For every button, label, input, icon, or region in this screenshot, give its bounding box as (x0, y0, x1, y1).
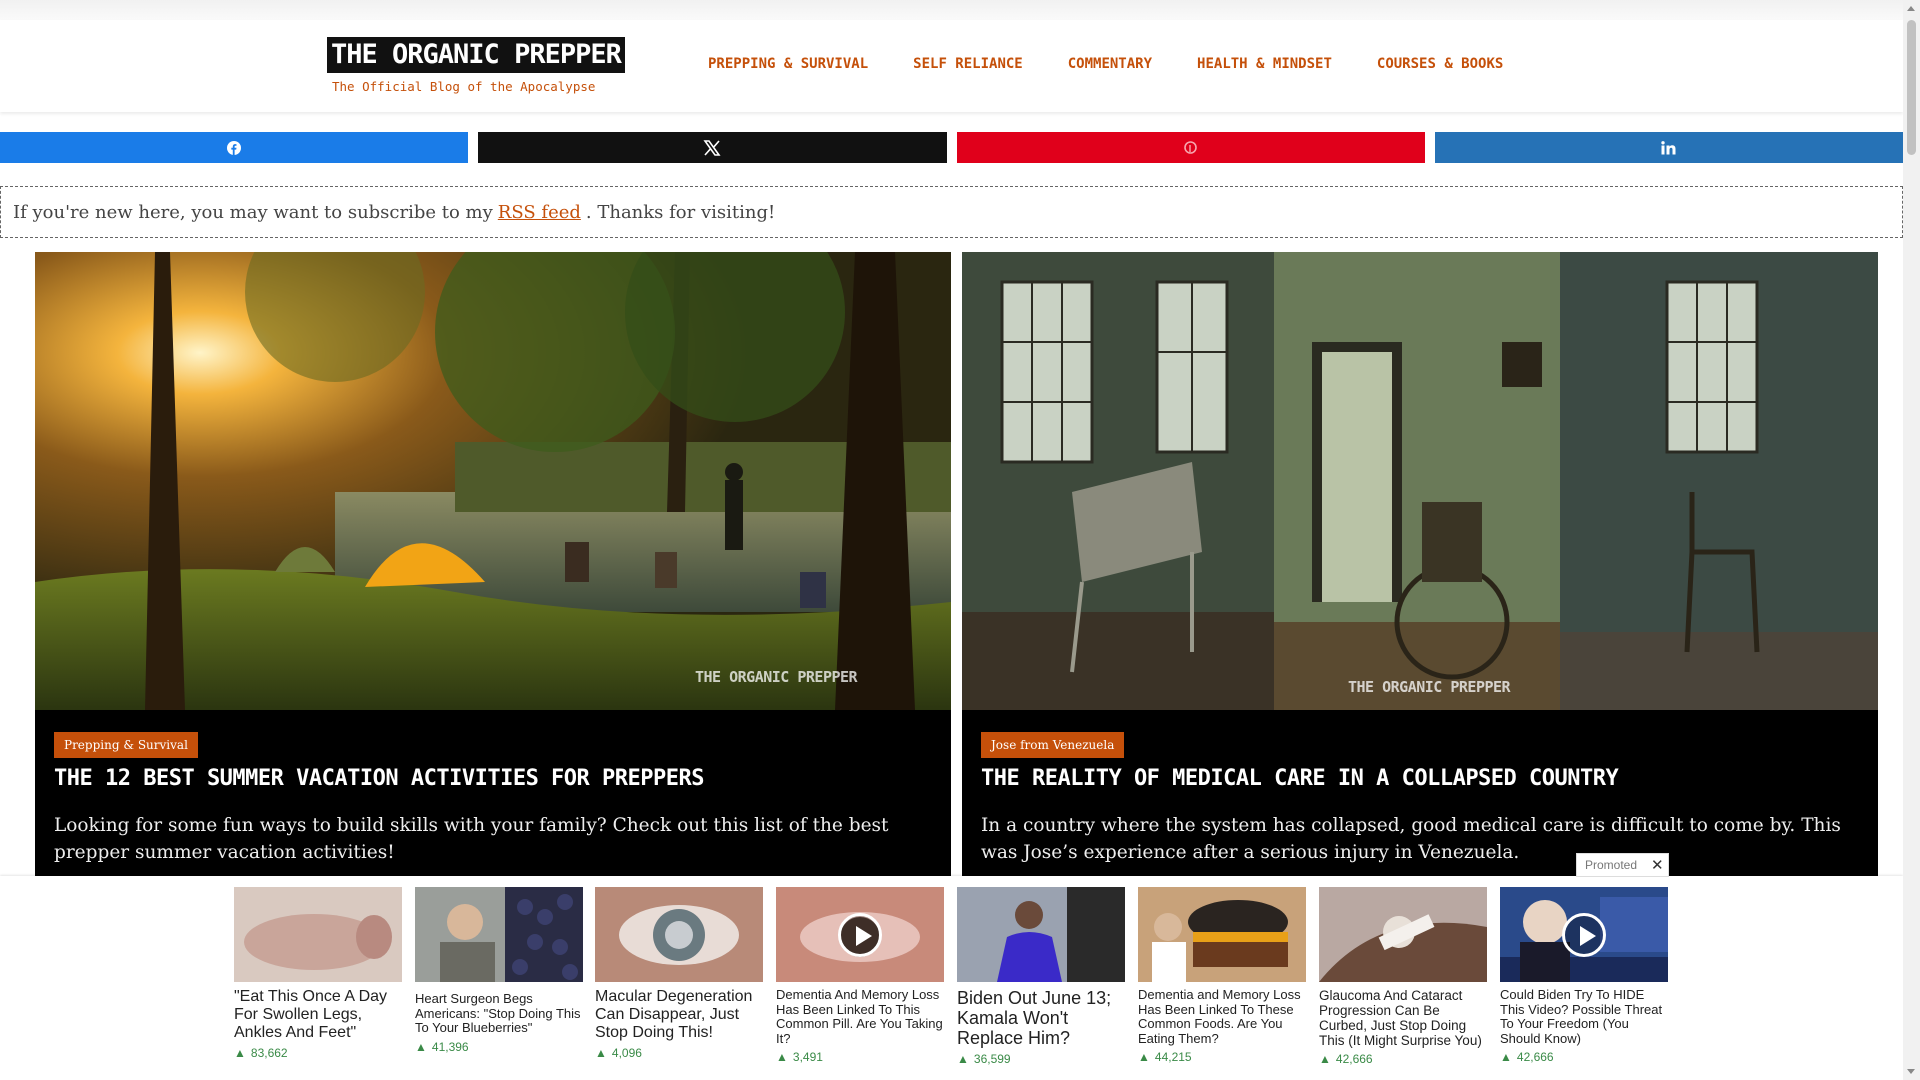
share-linkedin-button[interactable] (1434, 132, 1903, 163)
site-header: THE ORGANIC PREPPER The Official Blog of… (0, 20, 1903, 112)
ad-count: ▲ 42,666 (1319, 1052, 1373, 1067)
ad-headline[interactable]: Dementia And Memory Loss Has Been Linked… (776, 987, 944, 1046)
x-icon (703, 139, 721, 156)
facebook-icon (227, 140, 242, 155)
ad-headline[interactable]: Could Biden Try To HIDE This Video? Poss… (1500, 987, 1668, 1046)
ad-item[interactable]: Heart Surgeon Begs Americans: "Stop Doin… (415, 887, 583, 1054)
ad-headline[interactable]: Heart Surgeon Begs Americans: "Stop Doin… (415, 991, 583, 1036)
ad-item[interactable]: Dementia And Memory Loss Has Been Linked… (776, 887, 944, 1064)
promoted-text: Promoted (1585, 858, 1638, 872)
article-title[interactable]: THE 12 BEST SUMMER VACATION ACTIVITIES F… (54, 766, 932, 791)
flame-icon: ▲ (1319, 1052, 1331, 1067)
ad-headline[interactable]: "Eat This Once A Day For Swollen Legs, A… (234, 988, 402, 1042)
share-facebook-button[interactable] (0, 132, 469, 163)
nav-health-mindset[interactable]: HEALTH & MINDSET (1197, 56, 1332, 72)
ad-thumbnail[interactable] (1138, 887, 1306, 982)
ad-thumbnail[interactable] (957, 887, 1125, 982)
article-excerpt: In a country where the system has collap… (981, 815, 1841, 863)
logo-tagline: The Official Blog of the Apocalypse (332, 79, 596, 94)
page-scrollbar[interactable] (1903, 0, 1920, 1080)
rss-feed-link[interactable]: RSS feed (498, 202, 581, 223)
article-excerpt: Looking for some fun ways to build skill… (54, 815, 889, 863)
ad-count: ▲ 44,215 (1138, 1050, 1192, 1065)
ad-item[interactable]: Glaucoma And Cataract Progression Can Be… (1319, 887, 1487, 1066)
flame-icon: ▲ (1500, 1050, 1512, 1065)
ad-item[interactable]: Macular Degeneration Can Disappear, Just… (595, 887, 763, 1060)
share-x-button[interactable] (478, 132, 947, 163)
share-bar (0, 132, 1903, 163)
nav-commentary[interactable]: COMMENTARY (1068, 56, 1152, 72)
flame-icon: ▲ (595, 1045, 607, 1060)
ad-count: ▲ 42,666 (1500, 1050, 1554, 1065)
linkedin-icon (1661, 140, 1676, 154)
ad-headline[interactable]: Glaucoma And Cataract Progression Can Be… (1319, 988, 1487, 1048)
ad-headline[interactable]: Macular Degeneration Can Disappear, Just… (595, 988, 763, 1042)
ad-headline[interactable]: Dementia and Memory Loss Has Been Linked… (1138, 987, 1306, 1046)
notice-text: If you're new here, you may want to subs… (13, 201, 493, 223)
article-card[interactable]: THE ORGANIC PREPPER Jose from Venezuela … (962, 252, 1878, 876)
ad-thumbnail[interactable] (415, 887, 583, 982)
pinterest-icon (1184, 141, 1197, 154)
category-tag[interactable]: Prepping & Survival (54, 732, 198, 758)
ad-thumbnail[interactable] (776, 887, 944, 982)
ad-thumbnail[interactable] (234, 887, 402, 982)
scroll-down-arrow-icon[interactable] (1907, 1069, 1915, 1074)
scroll-up-arrow-icon[interactable] (1907, 6, 1915, 11)
ad-headline[interactable]: Biden Out June 13; Kamala Won't Replace … (957, 988, 1125, 1048)
article-image-camping[interactable]: THE ORGANIC PREPPER (35, 252, 951, 710)
ad-count: ▲ 3,491 (776, 1050, 823, 1065)
article-title[interactable]: THE REALITY OF MEDICAL CARE IN A COLLAPS… (981, 766, 1859, 791)
share-pinterest-button[interactable] (956, 132, 1425, 163)
nav-courses-books[interactable]: COURSES & BOOKS (1377, 56, 1503, 72)
logo-wordmark: THE ORGANIC PREPPER (327, 37, 625, 73)
article-image-hospital[interactable]: THE ORGANIC PREPPER (962, 252, 1878, 710)
nav-prepping-survival[interactable]: PREPPING & SURVIVAL (708, 56, 868, 72)
category-tag[interactable]: Jose from Venezuela (981, 732, 1125, 758)
browser-top-strip (0, 0, 1903, 20)
ad-count: ▲ 36,599 (957, 1052, 1011, 1067)
ad-count: ▲ 4,096 (595, 1045, 642, 1060)
ad-thumbnail[interactable] (1319, 887, 1487, 982)
scroll-thumb[interactable] (1907, 20, 1916, 155)
ad-count: ▲ 41,396 (415, 1039, 469, 1054)
ad-thumbnail[interactable] (595, 887, 763, 982)
image-watermark: THE ORGANIC PREPPER (1348, 678, 1511, 696)
ad-count: ▲ 83,662 (234, 1045, 288, 1060)
flame-icon: ▲ (234, 1045, 246, 1060)
ad-item[interactable]: Could Biden Try To HIDE This Video? Poss… (1500, 887, 1668, 1064)
ad-thumbnail[interactable] (1500, 887, 1668, 982)
promoted-label: Promoted ✕ (1576, 853, 1669, 877)
rss-notice: If you're new here, you may want to subs… (0, 186, 1903, 238)
site-logo[interactable]: THE ORGANIC PREPPER The Official Blog of… (327, 37, 625, 97)
flame-icon: ▲ (957, 1052, 969, 1067)
notice-text-end: . Thanks for visiting! (585, 201, 776, 223)
close-icon[interactable]: ✕ (1651, 856, 1664, 874)
image-watermark: THE ORGANIC PREPPER (695, 668, 858, 686)
play-icon[interactable] (838, 913, 882, 957)
flame-icon: ▲ (776, 1050, 788, 1065)
play-icon[interactable] (1562, 913, 1606, 957)
flame-icon: ▲ (1138, 1050, 1150, 1065)
article-card[interactable]: THE ORGANIC PREPPER Prepping & Survival … (35, 252, 951, 876)
ad-item[interactable]: "Eat This Once A Day For Swollen Legs, A… (234, 887, 402, 1060)
ad-item[interactable]: Dementia and Memory Loss Has Been Linked… (1138, 887, 1306, 1064)
flame-icon: ▲ (415, 1039, 427, 1054)
ad-item[interactable]: Biden Out June 13; Kamala Won't Replace … (957, 887, 1125, 1066)
main-nav: PREPPING & SURVIVAL SELF RELIANCE COMMEN… (708, 56, 1548, 72)
nav-self-reliance[interactable]: SELF RELIANCE (913, 56, 1023, 72)
